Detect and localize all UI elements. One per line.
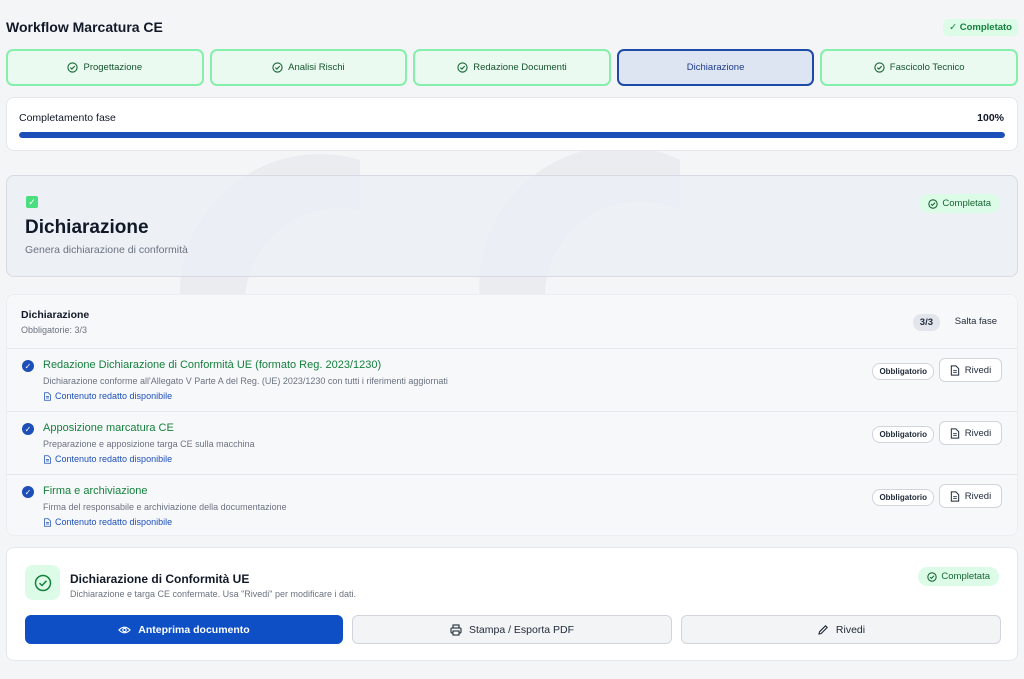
step-progettazione[interactable]: Progettazione <box>6 49 204 86</box>
item-content-link[interactable]: Contenuto redatto disponibile <box>43 454 172 464</box>
step-dichiarazione[interactable]: Dichiarazione <box>616 49 815 86</box>
summary-subtitle: Dichiarazione e targa CE confermate. Usa… <box>70 589 357 599</box>
step-analisi-rischi[interactable]: Analisi Rischi <box>209 49 408 86</box>
checklist-count-badge: 3/3 <box>912 314 940 331</box>
step-label: Analisi Rischi <box>288 62 345 73</box>
checklist-item: ✓ Apposizione marcatura CE Preparazione … <box>7 412 1017 475</box>
checklist-subtitle: Obbligatorie: 3/3 <box>21 325 88 335</box>
header: Workflow Marcatura CE ✓ Completato <box>6 17 1018 37</box>
skip-phase-button[interactable]: Salta fase <box>955 316 997 327</box>
item-description: Firma del responsabile e archiviazione d… <box>43 502 287 512</box>
checklist-item: ✓ Redazione Dichiarazione di Conformità … <box>7 349 1017 412</box>
step-label: Redazione Documenti <box>473 62 567 73</box>
document-icon <box>44 391 51 401</box>
declaration-summary-card: Dichiarazione di Conformità UE Dichiaraz… <box>6 547 1018 661</box>
item-title: Firma e archiviazione <box>43 485 148 497</box>
check-circle-icon <box>272 62 283 73</box>
file-text-icon <box>950 490 959 502</box>
mandatory-tag: Obbligatorio <box>872 363 934 380</box>
file-text-icon <box>950 364 959 376</box>
check-circle-icon <box>67 62 79 73</box>
summary-status-badge: Completata <box>918 567 999 586</box>
document-icon <box>44 454 51 464</box>
workflow-status-badge: ✓ Completato <box>943 18 1018 36</box>
check-circle-icon <box>25 565 60 600</box>
button-label: Rivedi <box>964 364 992 376</box>
progress-percent: 100% <box>977 112 1004 124</box>
check-circle-icon <box>927 571 938 582</box>
phase-hero: ✓ Dichiarazione Genera dichiarazione di … <box>6 175 1018 277</box>
printer-icon <box>450 623 462 636</box>
item-description: Dichiarazione conforme all'Allegato V Pa… <box>43 376 448 386</box>
phase-title: Dichiarazione <box>25 217 149 238</box>
pencil-icon <box>818 624 828 635</box>
badge-label: Completata <box>941 571 990 582</box>
phase-status-badge: Completata <box>919 194 1000 213</box>
step-fascicolo-tecnico[interactable]: Fascicolo Tecnico <box>820 49 1018 86</box>
progress-label: Completamento fase <box>19 112 116 124</box>
checklist-header: Dichiarazione Obbligatorie: 3/3 3/3 Salt… <box>7 295 1017 349</box>
review-button[interactable]: Rivedi <box>939 421 1002 445</box>
item-content-link[interactable]: Contenuto redatto disponibile <box>43 391 172 401</box>
step-redazione-documenti[interactable]: Redazione Documenti <box>413 49 611 86</box>
item-description: Preparazione e apposizione targa CE sull… <box>43 439 255 449</box>
review-button[interactable]: Rivedi <box>939 358 1002 382</box>
check-circle-icon <box>457 62 468 73</box>
document-icon <box>44 517 51 527</box>
checklist-card: Dichiarazione Obbligatorie: 3/3 3/3 Salt… <box>6 294 1018 536</box>
page-title: Workflow Marcatura CE <box>6 19 163 35</box>
link-label: Contenuto redatto disponibile <box>55 391 173 401</box>
item-content-link[interactable]: Contenuto redatto disponibile <box>43 517 172 527</box>
checklist-item: ✓ Firma e archiviazione Firma del respon… <box>7 475 1017 538</box>
button-label: Rivedi <box>964 427 992 439</box>
mandatory-tag: Obbligatorio <box>872 426 934 443</box>
check-circle-icon <box>874 62 885 73</box>
check-circle-filled-icon: ✓ <box>22 486 34 498</box>
checkbox-checked-icon: ✓ <box>26 196 38 208</box>
progress-bar-fill <box>19 132 1005 138</box>
file-text-icon <box>950 427 959 439</box>
phase-progress-card: Completamento fase 100% <box>6 97 1018 151</box>
button-label: Stampa / Esporta PDF <box>468 623 575 636</box>
phase-subtitle: Genera dichiarazione di conformità <box>25 244 188 256</box>
review-declaration-button[interactable]: Rivedi <box>681 615 1001 644</box>
badge-label: Completata <box>942 198 991 209</box>
eye-icon <box>118 626 132 633</box>
step-label: Fascicolo Tecnico <box>889 62 965 73</box>
check-circle-filled-icon: ✓ <box>22 360 34 372</box>
workflow-steps: Progettazione Analisi Rischi Redazione D… <box>6 49 1018 86</box>
step-label: Dichiarazione <box>686 62 745 73</box>
button-label: Anteprima documento <box>138 623 250 636</box>
check-circle-filled-icon: ✓ <box>22 423 34 435</box>
mandatory-tag: Obbligatorio <box>872 489 934 506</box>
button-label: Rivedi <box>964 490 992 502</box>
item-title: Apposizione marcatura CE <box>43 422 174 434</box>
preview-document-button[interactable]: Anteprima documento <box>25 615 343 644</box>
progress-bar <box>19 132 1005 138</box>
step-label: Progettazione <box>83 62 143 73</box>
checklist-title: Dichiarazione <box>21 309 90 321</box>
print-export-pdf-button[interactable]: Stampa / Esporta PDF <box>352 615 672 644</box>
button-label: Rivedi <box>835 623 866 636</box>
summary-title: Dichiarazione di Conformità UE <box>70 572 250 586</box>
link-label: Contenuto redatto disponibile <box>55 454 173 464</box>
check-circle-icon <box>928 198 939 209</box>
link-label: Contenuto redatto disponibile <box>55 517 173 527</box>
item-title: Redazione Dichiarazione di Conformità UE… <box>43 359 382 371</box>
review-button[interactable]: Rivedi <box>939 484 1002 508</box>
